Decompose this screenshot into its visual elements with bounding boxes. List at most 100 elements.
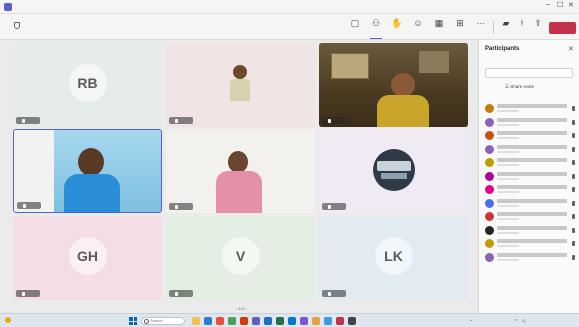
- close-panel-icon[interactable]: ✕: [568, 45, 574, 53]
- invite-input[interactable]: [485, 68, 573, 78]
- participant-list-item[interactable]: [483, 198, 577, 210]
- chrome-icon[interactable]: [216, 317, 224, 325]
- video-stage: RB GH V LK ‹ 1/4 ›: [0, 40, 478, 313]
- participant-list-item[interactable]: [483, 157, 577, 169]
- participant-list-item[interactable]: [483, 225, 577, 237]
- participant-avatar: V: [221, 237, 260, 275]
- react-button[interactable]: ☺: [408, 18, 428, 37]
- chat-icon: ▢: [350, 18, 360, 28]
- participant-list-item[interactable]: [483, 252, 577, 264]
- close-window-button[interactable]: ✕: [568, 1, 574, 9]
- participant-list-name: [497, 144, 567, 149]
- word-icon[interactable]: [264, 317, 272, 325]
- participant-list-item[interactable]: [483, 238, 577, 250]
- mic-icon[interactable]: [572, 106, 575, 111]
- participant-list-name: [497, 239, 567, 243]
- minimize-button[interactable]: –: [546, 1, 550, 8]
- app-icon[interactable]: [336, 317, 344, 325]
- participant-avatar: [485, 239, 494, 248]
- view-button[interactable]: ▦: [429, 18, 449, 37]
- gallery-pager[interactable]: ‹ 1/4 ›: [236, 306, 246, 311]
- people-button[interactable]: ⚇: [366, 18, 386, 39]
- share-invite-button[interactable]: ☰ Share invite: [505, 84, 534, 90]
- participant-list-item[interactable]: [483, 103, 577, 115]
- participant-list-name: [497, 104, 567, 108]
- participant-video: [166, 129, 315, 213]
- window-titlebar: – ☐ ✕: [0, 0, 579, 14]
- mic-icon[interactable]: [572, 200, 575, 206]
- outlook-icon[interactable]: [288, 317, 296, 325]
- mic-icon[interactable]: [572, 160, 575, 165]
- participant-tile[interactable]: [166, 129, 315, 213]
- participant-list-role: [497, 231, 519, 234]
- wifi-icon[interactable]: ◠: [514, 318, 518, 323]
- participant-tile[interactable]: [166, 43, 315, 127]
- mic-icon[interactable]: [572, 214, 575, 219]
- participant-list-name: [497, 198, 567, 203]
- mic-icon: [23, 204, 26, 208]
- participant-tile[interactable]: LK: [319, 216, 468, 300]
- participant-avatar: GH: [68, 237, 107, 275]
- raise-hand-button[interactable]: ✋: [387, 18, 407, 37]
- participant-tile[interactable]: V: [166, 216, 315, 300]
- participant-name: [16, 290, 40, 297]
- mic-icon[interactable]: [572, 187, 575, 192]
- excel-icon[interactable]: [276, 317, 284, 325]
- mic-icon: [175, 205, 178, 209]
- tray-overflow-icon[interactable]: ^: [470, 318, 472, 323]
- app-icon[interactable]: [348, 317, 356, 325]
- app-icon[interactable]: [312, 317, 320, 325]
- more-icon: ···: [476, 18, 486, 28]
- start-button[interactable]: [129, 317, 137, 325]
- participant-tile[interactable]: GH: [13, 216, 162, 300]
- teams-taskbar-icon[interactable]: [252, 317, 260, 325]
- volume-icon[interactable]: ◁: [522, 318, 525, 323]
- powerpoint-icon[interactable]: [240, 317, 248, 325]
- participant-tile[interactable]: [319, 43, 468, 127]
- mic-icon[interactable]: [572, 227, 575, 233]
- mic-icon[interactable]: [572, 146, 575, 152]
- participant-list-item[interactable]: [483, 184, 577, 196]
- taskbar-search[interactable]: Search: [141, 317, 185, 325]
- participant-avatar: [485, 171, 494, 181]
- mic-icon[interactable]: [572, 173, 575, 179]
- meeting-timer: [14, 22, 25, 30]
- participant-avatar: [485, 212, 494, 221]
- share-button[interactable]: ⇪: [528, 18, 548, 37]
- leave-button[interactable]: [549, 22, 576, 34]
- raise-hand-icon: ✋: [391, 18, 403, 28]
- participant-list-role: [497, 123, 519, 126]
- chat-button[interactable]: ▢: [345, 18, 365, 37]
- mic-icon[interactable]: [572, 119, 575, 125]
- participant-video: [14, 130, 161, 212]
- participant-tile[interactable]: [319, 129, 468, 213]
- mic-icon[interactable]: [572, 254, 575, 260]
- participant-name: [322, 290, 346, 297]
- participant-list-item[interactable]: [483, 171, 577, 183]
- participant-name: [169, 117, 193, 124]
- participant-avatar: [485, 225, 494, 235]
- participant-list-item[interactable]: [483, 211, 577, 223]
- participant-video: [319, 43, 468, 127]
- participant-tile[interactable]: RB: [13, 43, 162, 127]
- mic-icon[interactable]: [572, 133, 575, 138]
- participant-list-item[interactable]: [483, 144, 577, 156]
- participant-list-role: [497, 245, 519, 247]
- app-icon[interactable]: [300, 317, 308, 325]
- participant-tile-speaking[interactable]: [13, 129, 162, 213]
- meeting-toolbar: ▢ ⚇ ✋ ☺ ▦ ⊞ ··· ▰ ♮ ⇪: [0, 14, 579, 40]
- apps-button[interactable]: ⊞: [450, 18, 470, 37]
- participant-avatar: [485, 252, 494, 262]
- file-explorer-icon[interactable]: [192, 317, 200, 325]
- participant-list-item[interactable]: [483, 130, 577, 142]
- weather-widget[interactable]: [5, 317, 13, 323]
- participant-list-item[interactable]: [483, 117, 577, 129]
- mic-icon[interactable]: [572, 241, 575, 246]
- edge-icon[interactable]: [204, 317, 212, 325]
- more-button[interactable]: ···: [471, 18, 491, 37]
- maximize-button[interactable]: ☐: [557, 1, 563, 9]
- participant-list-name: [497, 158, 567, 162]
- app-icon[interactable]: [228, 317, 236, 325]
- app-icon[interactable]: [324, 317, 332, 325]
- teams-app-icon: [4, 3, 12, 11]
